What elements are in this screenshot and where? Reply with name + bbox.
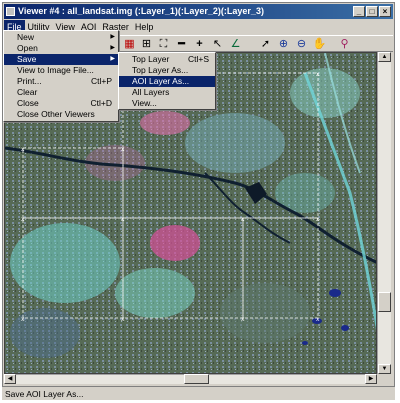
svg-text:x: x — [21, 216, 25, 223]
zoom-out-icon[interactable]: ⊖ — [294, 37, 309, 51]
zoom-extent-icon[interactable]: ⛶ — [156, 37, 171, 51]
menu-item-close[interactable]: Close Ctl+D — [4, 98, 118, 109]
status-bar: Save AOI Layer As... — [2, 386, 395, 400]
menu-item-view-to-image-file[interactable]: View to Image File... — [4, 65, 118, 76]
scroll-right-button[interactable]: ▶ — [365, 374, 377, 384]
save-submenu: Top Layer Ctl+S Top Layer As... AOI Layer… — [118, 52, 216, 110]
minimize-button[interactable]: _ — [353, 6, 365, 17]
vertical-scrollbar[interactable]: ▲ ▼ — [377, 52, 391, 374]
select-arrow-icon[interactable]: ➚ — [258, 37, 273, 51]
menu-item-close-other-viewers[interactable]: Close Other Viewers — [4, 109, 118, 120]
fit-icon[interactable]: ⊞ — [139, 37, 154, 51]
horizontal-scroll-thumb[interactable] — [184, 374, 209, 384]
menu-item-save[interactable]: Save ▶ — [4, 54, 118, 65]
svg-text:x: x — [241, 316, 245, 323]
crosshair-icon[interactable]: + — [192, 37, 207, 51]
menu-item-print[interactable]: Print... Ctl+P — [4, 76, 118, 87]
file-menu: New ▶ Open ▶ Save ▶ View to Image File... P… — [3, 30, 119, 122]
menu-item-view[interactable]: View... — [119, 98, 215, 109]
menu-item-open[interactable]: Open ▶ — [4, 43, 118, 54]
pan-hand-icon[interactable]: ✋ — [312, 37, 327, 51]
scroll-left-button[interactable]: ◀ — [4, 374, 16, 384]
svg-text:x: x — [121, 216, 125, 223]
inquire-icon[interactable]: ↖ — [210, 37, 225, 51]
svg-text:x: x — [121, 146, 125, 153]
chevron-right-icon: ▶ — [110, 56, 115, 62]
menu-item-aoi-layer-as[interactable]: AOI Layer As... — [119, 76, 215, 87]
chevron-right-icon: ▶ — [110, 45, 115, 51]
svg-text:x: x — [316, 316, 320, 323]
app-icon — [6, 7, 15, 16]
close-button[interactable]: × — [379, 6, 391, 17]
svg-text:x: x — [121, 316, 125, 323]
horizontal-scrollbar[interactable]: ◀ ▶ — [4, 374, 377, 384]
chevron-right-icon: ▶ — [110, 34, 115, 40]
menu-item-top-layer[interactable]: Top Layer Ctl+S — [119, 54, 215, 65]
vertical-scroll-thumb[interactable] — [378, 292, 391, 312]
title-bar: Viewer #4 : all_landsat.img (:Layer_1)(:… — [4, 4, 393, 19]
menu-help[interactable]: Help — [132, 20, 157, 34]
scroll-up-button[interactable]: ▲ — [378, 52, 391, 62]
menu-item-clear[interactable]: Clear — [4, 87, 118, 98]
menu-item-new[interactable]: New ▶ — [4, 32, 118, 43]
svg-text:x: x — [21, 316, 25, 323]
info-icon[interactable]: ⚲ — [337, 37, 352, 51]
zoom-in-icon[interactable]: ⊕ — [276, 37, 291, 51]
svg-text:x: x — [316, 216, 320, 223]
measure-icon[interactable]: ━ — [174, 37, 189, 51]
profile-icon[interactable]: ∠ — [228, 37, 243, 51]
svg-text:x: x — [316, 71, 320, 78]
window-title: Viewer #4 : all_landsat.img (:Layer_1)(:… — [18, 6, 264, 16]
menu-item-all-layers[interactable]: All Layers — [119, 87, 215, 98]
svg-text:x: x — [21, 146, 25, 153]
grid-icon[interactable]: ▦ — [122, 37, 137, 51]
scroll-down-button[interactable]: ▼ — [378, 364, 391, 374]
maximize-button[interactable]: □ — [366, 6, 378, 17]
svg-text:x: x — [241, 216, 245, 223]
menu-item-top-layer-as[interactable]: Top Layer As... — [119, 65, 215, 76]
